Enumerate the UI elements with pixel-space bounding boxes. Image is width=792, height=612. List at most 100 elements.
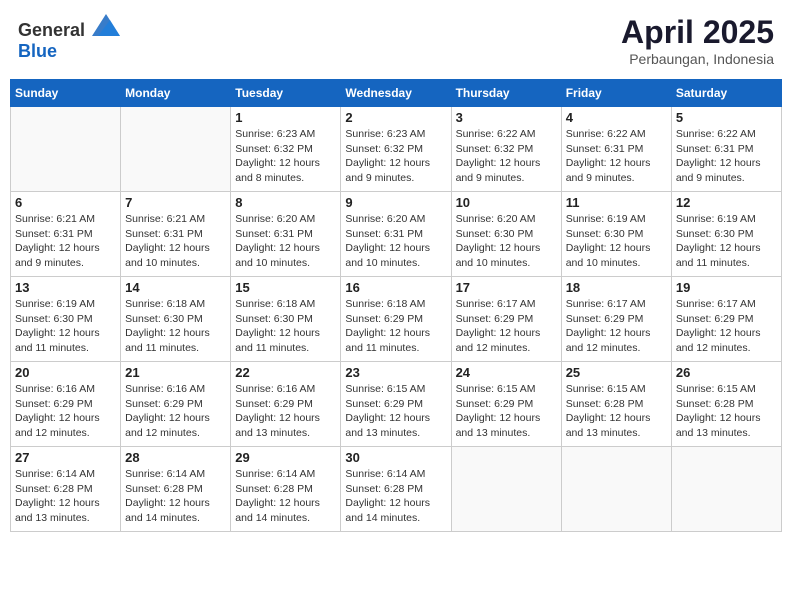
day-info: Sunrise: 6:23 AM Sunset: 6:32 PM Dayligh… — [345, 127, 446, 186]
day-info: Sunrise: 6:16 AM Sunset: 6:29 PM Dayligh… — [125, 382, 226, 441]
day-info: Sunrise: 6:18 AM Sunset: 6:30 PM Dayligh… — [125, 297, 226, 356]
calendar-header-row: SundayMondayTuesdayWednesdayThursdayFrid… — [11, 80, 782, 107]
weekday-header: Wednesday — [341, 80, 451, 107]
logo: General Blue — [18, 14, 120, 62]
calendar-cell — [561, 447, 671, 532]
day-number: 22 — [235, 365, 336, 380]
calendar-cell — [451, 447, 561, 532]
day-info: Sunrise: 6:19 AM Sunset: 6:30 PM Dayligh… — [566, 212, 667, 271]
calendar-cell: 21Sunrise: 6:16 AM Sunset: 6:29 PM Dayli… — [121, 362, 231, 447]
day-info: Sunrise: 6:19 AM Sunset: 6:30 PM Dayligh… — [676, 212, 777, 271]
calendar-cell: 24Sunrise: 6:15 AM Sunset: 6:29 PM Dayli… — [451, 362, 561, 447]
day-number: 13 — [15, 280, 116, 295]
day-info: Sunrise: 6:16 AM Sunset: 6:29 PM Dayligh… — [235, 382, 336, 441]
day-info: Sunrise: 6:17 AM Sunset: 6:29 PM Dayligh… — [566, 297, 667, 356]
day-number: 14 — [125, 280, 226, 295]
calendar-cell — [671, 447, 781, 532]
calendar-cell: 30 Sunrise: 6:14 AM Sunset: 6:28 PM Dayli… — [341, 447, 451, 532]
day-number: 25 — [566, 365, 667, 380]
day-info: Sunrise: 6:21 AM Sunset: 6:31 PM Dayligh… — [15, 212, 116, 271]
day-number: 16 — [345, 280, 446, 295]
month-year-title: April 2025 — [621, 14, 774, 51]
calendar-cell: 13 Sunrise: 6:19 AM Sunset: 6:30 PM Dayli… — [11, 277, 121, 362]
calendar-cell: 12Sunrise: 6:19 AM Sunset: 6:30 PM Dayli… — [671, 192, 781, 277]
calendar-cell: 29 Sunrise: 6:14 AM Sunset: 6:28 PM Dayli… — [231, 447, 341, 532]
day-info: Sunrise: 6:17 AM Sunset: 6:29 PM Dayligh… — [676, 297, 777, 356]
day-number: 5 — [676, 110, 777, 125]
calendar-cell: 11 Sunrise: 6:19 AM Sunset: 6:30 PM Dayli… — [561, 192, 671, 277]
calendar-cell: 1 Sunrise: 6:23 AM Sunset: 6:32 PM Daylig… — [231, 107, 341, 192]
day-number: 19 — [676, 280, 777, 295]
day-number: 6 — [15, 195, 116, 210]
day-number: 8 — [235, 195, 336, 210]
day-number: 1 — [235, 110, 336, 125]
weekday-header: Monday — [121, 80, 231, 107]
calendar-cell — [121, 107, 231, 192]
day-number: 30 — [345, 450, 446, 465]
day-number: 2 — [345, 110, 446, 125]
calendar-cell: 18 Sunrise: 6:17 AM Sunset: 6:29 PM Dayli… — [561, 277, 671, 362]
day-info: Sunrise: 6:14 AM Sunset: 6:28 PM Dayligh… — [345, 467, 446, 526]
calendar-cell: 4 Sunrise: 6:22 AM Sunset: 6:31 PM Daylig… — [561, 107, 671, 192]
day-info: Sunrise: 6:17 AM Sunset: 6:29 PM Dayligh… — [456, 297, 557, 356]
day-number: 15 — [235, 280, 336, 295]
day-number: 20 — [15, 365, 116, 380]
calendar-cell — [11, 107, 121, 192]
calendar-cell: 28 Sunrise: 6:14 AM Sunset: 6:28 PM Dayli… — [121, 447, 231, 532]
day-number: 24 — [456, 365, 557, 380]
calendar-cell: 7 Sunrise: 6:21 AM Sunset: 6:31 PM Daylig… — [121, 192, 231, 277]
calendar-cell: 6 Sunrise: 6:21 AM Sunset: 6:31 PM Daylig… — [11, 192, 121, 277]
calendar-cell: 5 Sunrise: 6:22 AM Sunset: 6:31 PM Daylig… — [671, 107, 781, 192]
day-number: 3 — [456, 110, 557, 125]
day-number: 17 — [456, 280, 557, 295]
day-info: Sunrise: 6:20 AM Sunset: 6:31 PM Dayligh… — [235, 212, 336, 271]
calendar-cell: 23Sunrise: 6:15 AM Sunset: 6:29 PM Dayli… — [341, 362, 451, 447]
day-number: 18 — [566, 280, 667, 295]
calendar-cell: 19 Sunrise: 6:17 AM Sunset: 6:29 PM Dayli… — [671, 277, 781, 362]
calendar-cell: 20Sunrise: 6:16 AM Sunset: 6:29 PM Dayli… — [11, 362, 121, 447]
day-info: Sunrise: 6:19 AM Sunset: 6:30 PM Dayligh… — [15, 297, 116, 356]
weekday-header: Friday — [561, 80, 671, 107]
calendar-cell: 22 Sunrise: 6:16 AM Sunset: 6:29 PM Dayli… — [231, 362, 341, 447]
day-info: Sunrise: 6:20 AM Sunset: 6:31 PM Dayligh… — [345, 212, 446, 271]
day-number: 27 — [15, 450, 116, 465]
day-number: 4 — [566, 110, 667, 125]
calendar-cell: 3 Sunrise: 6:22 AM Sunset: 6:32 PM Daylig… — [451, 107, 561, 192]
day-info: Sunrise: 6:18 AM Sunset: 6:29 PM Dayligh… — [345, 297, 446, 356]
day-info: Sunrise: 6:14 AM Sunset: 6:28 PM Dayligh… — [15, 467, 116, 526]
calendar-cell: 26Sunrise: 6:15 AM Sunset: 6:28 PM Dayli… — [671, 362, 781, 447]
weekday-header: Tuesday — [231, 80, 341, 107]
calendar-cell: 14 Sunrise: 6:18 AM Sunset: 6:30 PM Dayli… — [121, 277, 231, 362]
logo-icon — [92, 14, 120, 36]
logo-blue: Blue — [18, 41, 57, 61]
day-info: Sunrise: 6:14 AM Sunset: 6:28 PM Dayligh… — [235, 467, 336, 526]
day-info: Sunrise: 6:22 AM Sunset: 6:31 PM Dayligh… — [676, 127, 777, 186]
day-info: Sunrise: 6:20 AM Sunset: 6:30 PM Dayligh… — [456, 212, 557, 271]
day-number: 11 — [566, 195, 667, 210]
calendar-table: SundayMondayTuesdayWednesdayThursdayFrid… — [10, 79, 782, 532]
day-number: 9 — [345, 195, 446, 210]
calendar-week-3: 13 Sunrise: 6:19 AM Sunset: 6:30 PM Dayli… — [11, 277, 782, 362]
day-number: 10 — [456, 195, 557, 210]
day-info: Sunrise: 6:22 AM Sunset: 6:31 PM Dayligh… — [566, 127, 667, 186]
location-subtitle: Perbaungan, Indonesia — [621, 51, 774, 67]
day-info: Sunrise: 6:22 AM Sunset: 6:32 PM Dayligh… — [456, 127, 557, 186]
day-number: 7 — [125, 195, 226, 210]
calendar-cell: 10 Sunrise: 6:20 AM Sunset: 6:30 PM Dayli… — [451, 192, 561, 277]
calendar-week-5: 27 Sunrise: 6:14 AM Sunset: 6:28 PM Dayli… — [11, 447, 782, 532]
day-info: Sunrise: 6:21 AM Sunset: 6:31 PM Dayligh… — [125, 212, 226, 271]
calendar-cell: 25 Sunrise: 6:15 AM Sunset: 6:28 PM Dayli… — [561, 362, 671, 447]
weekday-header: Saturday — [671, 80, 781, 107]
calendar-cell: 15 Sunrise: 6:18 AM Sunset: 6:30 PM Dayli… — [231, 277, 341, 362]
day-number: 29 — [235, 450, 336, 465]
calendar-cell: 9 Sunrise: 6:20 AM Sunset: 6:31 PM Daylig… — [341, 192, 451, 277]
logo-general: General — [18, 20, 85, 40]
day-info: Sunrise: 6:18 AM Sunset: 6:30 PM Dayligh… — [235, 297, 336, 356]
day-info: Sunrise: 6:15 AM Sunset: 6:28 PM Dayligh… — [566, 382, 667, 441]
day-number: 23 — [345, 365, 446, 380]
calendar-week-2: 6 Sunrise: 6:21 AM Sunset: 6:31 PM Daylig… — [11, 192, 782, 277]
day-info: Sunrise: 6:23 AM Sunset: 6:32 PM Dayligh… — [235, 127, 336, 186]
day-number: 28 — [125, 450, 226, 465]
day-info: Sunrise: 6:14 AM Sunset: 6:28 PM Dayligh… — [125, 467, 226, 526]
page-header: General Blue April 2025 Perbaungan, Indo… — [10, 10, 782, 71]
